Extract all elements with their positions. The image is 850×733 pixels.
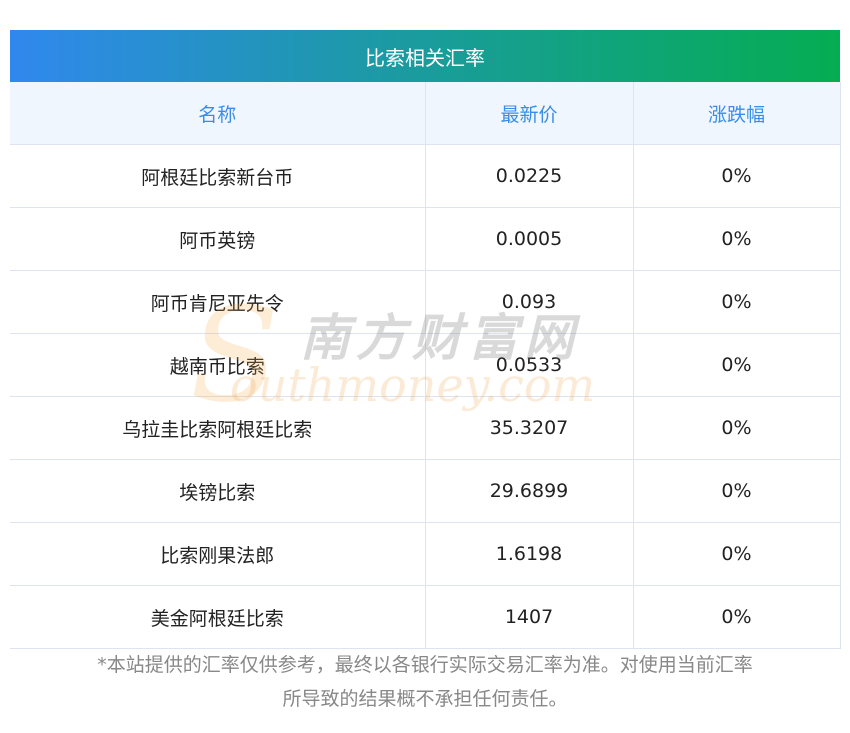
table-row: 美金阿根廷比索 1407 0% xyxy=(10,585,841,649)
change-percent: 0% xyxy=(633,459,841,523)
change-percent: 0% xyxy=(633,144,841,208)
change-percent: 0% xyxy=(633,585,841,649)
table-row: 乌拉圭比索阿根廷比索 35.3207 0% xyxy=(10,396,841,460)
table-row: 埃镑比索 29.6899 0% xyxy=(10,459,841,523)
table-row: 阿根廷比索新台币 0.0225 0% xyxy=(10,144,841,208)
change-percent: 0% xyxy=(633,522,841,586)
currency-pair-name: 美金阿根廷比索 xyxy=(10,585,426,649)
panel-title: 比索相关汇率 xyxy=(10,30,840,82)
change-percent: 0% xyxy=(633,333,841,397)
currency-pair-name: 阿币英镑 xyxy=(10,207,426,271)
currency-pair-name: 埃镑比索 xyxy=(10,459,426,523)
latest-price: 0.0533 xyxy=(425,333,634,397)
latest-price: 0.0005 xyxy=(425,207,634,271)
change-percent: 0% xyxy=(633,396,841,460)
disclaimer-line-2: 所导致的结果概不承担任何责任。 xyxy=(282,688,568,710)
column-header-name: 名称 xyxy=(10,82,426,145)
rate-table-panel: 比索相关汇率 名称 最新价 涨跌幅 阿根廷比索新台币 0.0225 0% 阿币英镑 0.… xyxy=(10,30,841,649)
currency-pair-name: 比索刚果法郎 xyxy=(10,522,426,586)
disclaimer-line-1: *本站提供的汇率仅供参考，最终以各银行实际交易汇率为准。对使用当前汇率 xyxy=(97,654,753,676)
disclaimer: *本站提供的汇率仅供参考，最终以各银行实际交易汇率为准。对使用当前汇率 所导致的… xyxy=(0,648,850,716)
table-header-row: 名称 最新价 涨跌幅 xyxy=(10,82,841,145)
change-percent: 0% xyxy=(633,207,841,271)
latest-price: 1407 xyxy=(425,585,634,649)
latest-price: 0.093 xyxy=(425,270,634,334)
latest-price: 35.3207 xyxy=(425,396,634,460)
change-percent: 0% xyxy=(633,270,841,334)
table-row: 越南币比索 0.0533 0% xyxy=(10,333,841,397)
table-row: 阿币英镑 0.0005 0% xyxy=(10,207,841,271)
rate-table: 名称 最新价 涨跌幅 阿根廷比索新台币 0.0225 0% 阿币英镑 0.0005 0% 阿… xyxy=(10,82,841,649)
currency-pair-name: 乌拉圭比索阿根廷比索 xyxy=(10,396,426,460)
table-row: 比索刚果法郎 1.6198 0% xyxy=(10,522,841,586)
currency-pair-name: 阿根廷比索新台币 xyxy=(10,144,426,208)
latest-price: 29.6899 xyxy=(425,459,634,523)
latest-price: 1.6198 xyxy=(425,522,634,586)
latest-price: 0.0225 xyxy=(425,144,634,208)
column-header-price: 最新价 xyxy=(425,82,634,145)
currency-pair-name: 越南币比索 xyxy=(10,333,426,397)
currency-pair-name: 阿币肯尼亚先令 xyxy=(10,270,426,334)
table-row: 阿币肯尼亚先令 0.093 0% xyxy=(10,270,841,334)
column-header-change: 涨跌幅 xyxy=(633,82,841,145)
